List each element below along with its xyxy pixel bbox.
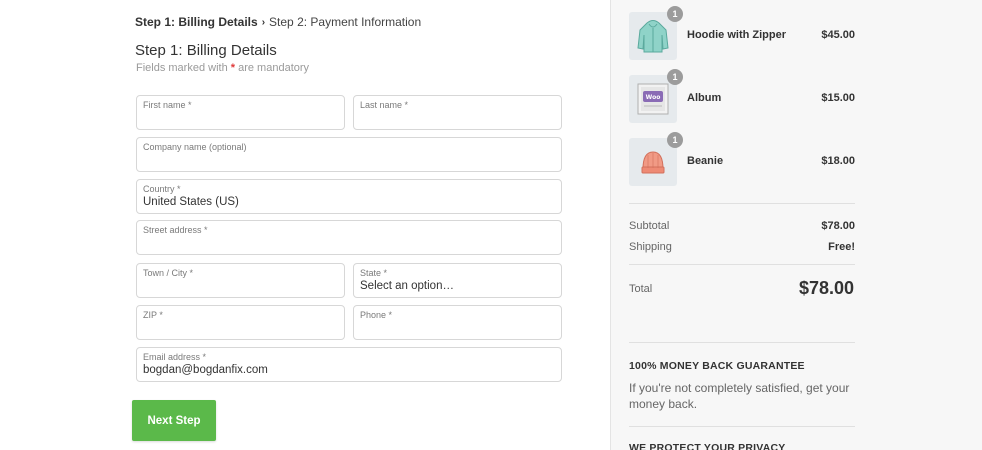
breadcrumb: Step 1: Billing Details › Step 2: Paymen…: [135, 15, 421, 29]
hoodie-icon: [637, 20, 669, 53]
guarantee-title: 100% MONEY BACK GUARANTEE: [629, 360, 805, 372]
quantity-badge: 1: [667, 69, 683, 85]
total-value: $78.00: [798, 278, 854, 298]
company-field[interactable]: Company name (optional): [136, 137, 562, 172]
total-label: Total: [629, 283, 653, 295]
divider: [629, 426, 855, 427]
email-value[interactable]: bogdan@bogdanfix.com: [143, 364, 268, 376]
country-label: Country *: [143, 184, 181, 194]
guarantee-text: If you're not completely satisfied, get …: [629, 381, 850, 411]
shipping-value: Free!: [828, 241, 855, 253]
privacy-title: WE PROTECT YOUR PRIVACY: [629, 442, 786, 450]
item-price: $18.00: [821, 155, 855, 167]
item-name[interactable]: Hoodie with Zipper: [687, 29, 786, 41]
street-address-label: Street address *: [143, 225, 208, 235]
country-value[interactable]: United States (US): [143, 196, 239, 208]
cart-item: 1 Beanie $18.00: [629, 132, 855, 186]
mandatory-note-prefix: Fields marked with: [136, 62, 231, 74]
chevron-right-icon: ›: [261, 16, 266, 28]
phone-label: Phone *: [360, 310, 393, 320]
item-name[interactable]: Beanie: [687, 155, 723, 167]
page-title: Step 1: Billing Details: [135, 42, 277, 59]
country-select[interactable]: Country * United States (US): [136, 179, 562, 214]
company-label: Company name (optional): [143, 142, 247, 152]
first-name-label: First name *: [143, 100, 192, 110]
quantity-badge: 1: [667, 132, 683, 148]
last-name-field[interactable]: Last name *: [353, 95, 562, 130]
subtotal-row: Subtotal $78.00: [629, 220, 855, 232]
divider: [629, 264, 855, 265]
state-select[interactable]: State * Select an option…: [353, 263, 562, 298]
state-label: State *: [360, 268, 388, 278]
last-name-label: Last name *: [360, 100, 409, 110]
billing-panel: Step 1: Billing Details › Step 2: Paymen…: [0, 0, 610, 450]
email-field[interactable]: Email address * bogdan@bogdanfix.com: [136, 347, 562, 382]
street-address-field[interactable]: Street address *: [136, 220, 562, 255]
cart-item: Woo 1 Album $15.00: [629, 69, 855, 123]
mandatory-note-suffix: are mandatory: [235, 62, 310, 74]
item-price: $45.00: [821, 29, 855, 41]
breadcrumb-step-billing[interactable]: Step 1: Billing Details: [135, 15, 258, 29]
divider: [629, 342, 855, 343]
order-summary: 1 Hoodie with Zipper $45.00 Woo 1 Album …: [610, 0, 982, 450]
svg-text:Woo: Woo: [646, 94, 661, 101]
shipping-row: Shipping Free!: [629, 241, 855, 253]
mandatory-note: Fields marked with * are mandatory: [136, 62, 309, 74]
subtotal-label: Subtotal: [629, 220, 670, 232]
divider: [629, 203, 855, 204]
cart-item: 1 Hoodie with Zipper $45.00: [629, 6, 855, 60]
next-step-button[interactable]: Next Step: [132, 400, 216, 441]
state-value[interactable]: Select an option…: [360, 280, 454, 292]
first-name-field[interactable]: First name *: [136, 95, 345, 130]
shipping-label: Shipping: [629, 241, 672, 253]
beanie-icon: [641, 151, 665, 174]
item-price: $15.00: [821, 92, 855, 104]
breadcrumb-step-payment[interactable]: Step 2: Payment Information: [269, 15, 421, 29]
zip-label: ZIP *: [143, 310, 163, 320]
phone-field[interactable]: Phone *: [353, 305, 562, 340]
subtotal-value: $78.00: [821, 220, 855, 232]
quantity-badge: 1: [667, 6, 683, 22]
item-name[interactable]: Album: [687, 92, 721, 104]
email-label: Email address *: [143, 352, 207, 362]
zip-field[interactable]: ZIP *: [136, 305, 345, 340]
album-icon: Woo: [637, 83, 669, 115]
city-label: Town / City *: [143, 268, 194, 278]
city-field[interactable]: Town / City *: [136, 263, 345, 298]
